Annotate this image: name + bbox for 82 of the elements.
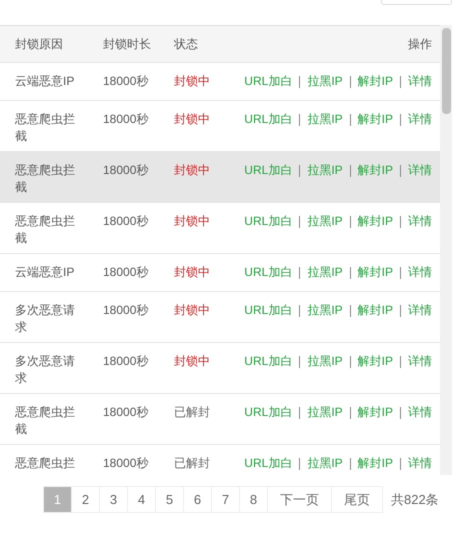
action-link[interactable]: 解封IP [358, 353, 393, 370]
table-cell-text: 恶意爬虫拦截 [15, 162, 76, 196]
action-link[interactable]: URL加白 [244, 73, 292, 90]
action-link[interactable]: URL加白 [244, 111, 292, 128]
column-header: 封锁时长 [103, 37, 151, 51]
status-text: 已解封 [174, 405, 210, 419]
page-button[interactable]: 2 [71, 486, 100, 513]
action-link[interactable]: 详情 [408, 162, 432, 179]
action-link[interactable]: 拉黑IP [307, 264, 343, 281]
table-cell: 18000秒 [103, 405, 148, 419]
action-link[interactable]: 详情 [408, 404, 432, 421]
page-button[interactable]: 8 [239, 486, 268, 513]
page-button[interactable]: 5 [155, 486, 184, 513]
table-cell-text: 恶意爬虫拦 [15, 455, 76, 472]
action-link[interactable]: 解封IP [358, 404, 393, 421]
column-header: 封锁原因 [15, 37, 63, 51]
action-link[interactable]: URL加白 [244, 264, 292, 281]
action-link[interactable]: 解封IP [358, 111, 393, 128]
table-cell: 18000秒 [103, 74, 148, 88]
action-link[interactable]: 详情 [408, 213, 432, 230]
action-link[interactable]: 解封IP [358, 213, 393, 230]
action-link[interactable]: 拉黑IP [307, 73, 343, 90]
action-link[interactable]: URL加白 [244, 404, 292, 421]
table-cell-text: 恶意爬虫拦截 [15, 404, 76, 438]
status-text: 封锁中 [174, 163, 210, 177]
action-link[interactable]: URL加白 [244, 455, 292, 472]
total-count: 共822条 [390, 490, 439, 509]
status-text: 封锁中 [174, 303, 210, 317]
action-link[interactable]: 详情 [408, 455, 432, 472]
next-page-button[interactable]: 下一页 [267, 486, 332, 513]
table-cell: 18000秒 [103, 214, 148, 228]
action-link[interactable]: 拉黑IP [307, 404, 343, 421]
column-header: 状态 [174, 37, 198, 51]
action-link[interactable]: 解封IP [358, 302, 393, 319]
table-cell: 18000秒 [103, 303, 148, 317]
last-page-button[interactable]: 尾页 [331, 486, 383, 513]
status-text: 封锁中 [174, 214, 210, 228]
table-cell-text: 云端恶意IP [15, 264, 76, 281]
action-link[interactable]: 详情 [408, 73, 432, 90]
action-link[interactable]: 拉黑IP [307, 353, 343, 370]
action-link[interactable]: URL加白 [244, 302, 292, 319]
action-link[interactable]: 拉黑IP [307, 455, 343, 472]
table-cell-text: 多次恶意请求 [15, 302, 76, 336]
status-text: 已解封 [174, 456, 210, 470]
status-text: 封锁中 [174, 265, 210, 279]
action-link[interactable]: 详情 [408, 353, 432, 370]
table-cell: 18000秒 [103, 163, 148, 177]
action-link[interactable]: 详情 [408, 302, 432, 319]
table-cell-text: 多次恶意请求 [15, 353, 76, 387]
table-cell: 18000秒 [103, 456, 148, 470]
status-text: 封锁中 [174, 354, 210, 368]
action-link[interactable]: 拉黑IP [307, 162, 343, 179]
table-cell-text: 恶意爬虫拦截 [15, 111, 76, 145]
status-text: 封锁中 [174, 74, 210, 88]
status-text: 封锁中 [174, 112, 210, 126]
column-header: 操作 [408, 37, 432, 51]
action-link[interactable]: URL加白 [244, 213, 292, 230]
table-cell: 18000秒 [103, 265, 148, 279]
table-cell-text: 云端恶意IP [15, 73, 76, 90]
action-link[interactable]: 详情 [408, 111, 432, 128]
scrollbar-thumb[interactable] [442, 28, 450, 114]
select-box[interactable] [381, 0, 452, 5]
page-button[interactable]: 4 [127, 486, 156, 513]
action-link[interactable]: 解封IP [358, 73, 393, 90]
page-button[interactable]: 6 [183, 486, 212, 513]
action-link[interactable]: 详情 [408, 264, 432, 281]
table-row[interactable]: 恶意爬虫拦截 18000秒 封锁中 URL加白 拉黑IP 解封IP 详情 [0, 152, 440, 203]
table-cell: 18000秒 [103, 112, 148, 126]
action-link[interactable]: 拉黑IP [307, 213, 343, 230]
action-link[interactable]: 解封IP [358, 162, 393, 179]
table-cell: 18000秒 [103, 354, 148, 368]
action-link[interactable]: URL加白 [244, 353, 292, 370]
page-button[interactable]: 1 [43, 486, 72, 513]
action-link[interactable]: 拉黑IP [307, 111, 343, 128]
table-cell-text: 恶意爬虫拦截 [15, 213, 76, 247]
action-link[interactable]: 解封IP [358, 264, 393, 281]
scrollbar[interactable] [440, 25, 452, 475]
page-button[interactable]: 3 [99, 486, 128, 513]
action-link[interactable]: 拉黑IP [307, 302, 343, 319]
page-button[interactable]: 7 [211, 486, 240, 513]
action-link[interactable]: 解封IP [358, 455, 393, 472]
action-link[interactable]: URL加白 [244, 162, 292, 179]
